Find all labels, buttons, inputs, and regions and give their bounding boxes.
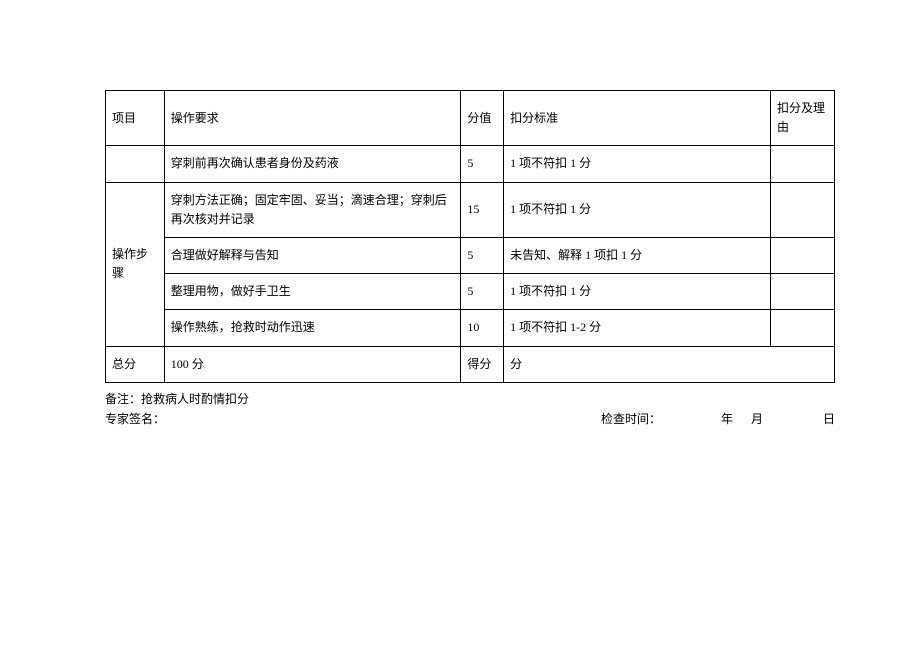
header-requirement: 操作要求 [164,91,461,146]
cell-reason [770,146,834,182]
cell-standard: 1 项不符扣 1-2 分 [504,310,771,346]
cell-score: 5 [461,146,504,182]
header-score: 分值 [461,91,504,146]
table-total-row: 总分 100 分 得分 分 [106,346,835,382]
cell-requirement: 操作熟练，抢救时动作迅速 [164,310,461,346]
table-row: 穿刺前再次确认患者身份及药液 5 1 项不符扣 1 分 [106,146,835,182]
expert-sign-label: 专家签名： [105,409,165,429]
cell-score: 15 [461,182,504,237]
cell-reason [770,310,834,346]
footer-note: 备注：抢救病人时酌情扣分 [105,389,835,409]
footer-section: 备注：抢救病人时酌情扣分 专家签名： 检查时间： 年月 日 [105,389,835,430]
cell-score: 10 [461,310,504,346]
cell-standard: 1 项不符扣 1 分 [504,146,771,182]
table-row: 合理做好解释与告知 5 未告知、解释 1 项扣 1 分 [106,237,835,273]
cell-reason [770,182,834,237]
month-label: 月 [751,409,763,429]
cell-total-value: 100 分 [164,346,461,382]
cell-standard: 1 项不符扣 1 分 [504,274,771,310]
header-reason: 扣分及理由 [770,91,834,146]
cell-project-steps: 操作步骤 [106,182,165,346]
cell-requirement: 合理做好解释与告知 [164,237,461,273]
header-standard: 扣分标准 [504,91,771,146]
cell-reason [770,237,834,273]
cell-total-label: 总分 [106,346,165,382]
check-time-label: 检查时间： [601,409,661,429]
cell-requirement: 穿刺前再次确认患者身份及药液 [164,146,461,182]
cell-score-value: 分 [504,346,835,382]
table-row: 操作熟练，抢救时动作迅速 10 1 项不符扣 1-2 分 [106,310,835,346]
cell-standard: 未告知、解释 1 项扣 1 分 [504,237,771,273]
table-header-row: 项目 操作要求 分值 扣分标准 扣分及理由 [106,91,835,146]
header-project: 项目 [106,91,165,146]
cell-standard: 1 项不符扣 1 分 [504,182,771,237]
cell-reason [770,274,834,310]
table-row: 整理用物，做好手卫生 5 1 项不符扣 1 分 [106,274,835,310]
cell-requirement: 穿刺方法正确；固定牢固、妥当；滴速合理；穿刺后再次核对并记录 [164,182,461,237]
year-label: 年 [721,409,733,429]
footer-sign-row: 专家签名： 检查时间： 年月 日 [105,409,835,429]
day-label: 日 [823,409,835,429]
cell-score: 5 [461,274,504,310]
cell-requirement: 整理用物，做好手卫生 [164,274,461,310]
evaluation-table: 项目 操作要求 分值 扣分标准 扣分及理由 穿刺前再次确认患者身份及药液 5 1… [105,90,835,383]
cell-score-label: 得分 [461,346,504,382]
check-time: 检查时间： 年月 日 [601,409,835,429]
cell-project-empty [106,146,165,182]
cell-score: 5 [461,237,504,273]
table-row: 操作步骤 穿刺方法正确；固定牢固、妥当；滴速合理；穿刺后再次核对并记录 15 1… [106,182,835,237]
